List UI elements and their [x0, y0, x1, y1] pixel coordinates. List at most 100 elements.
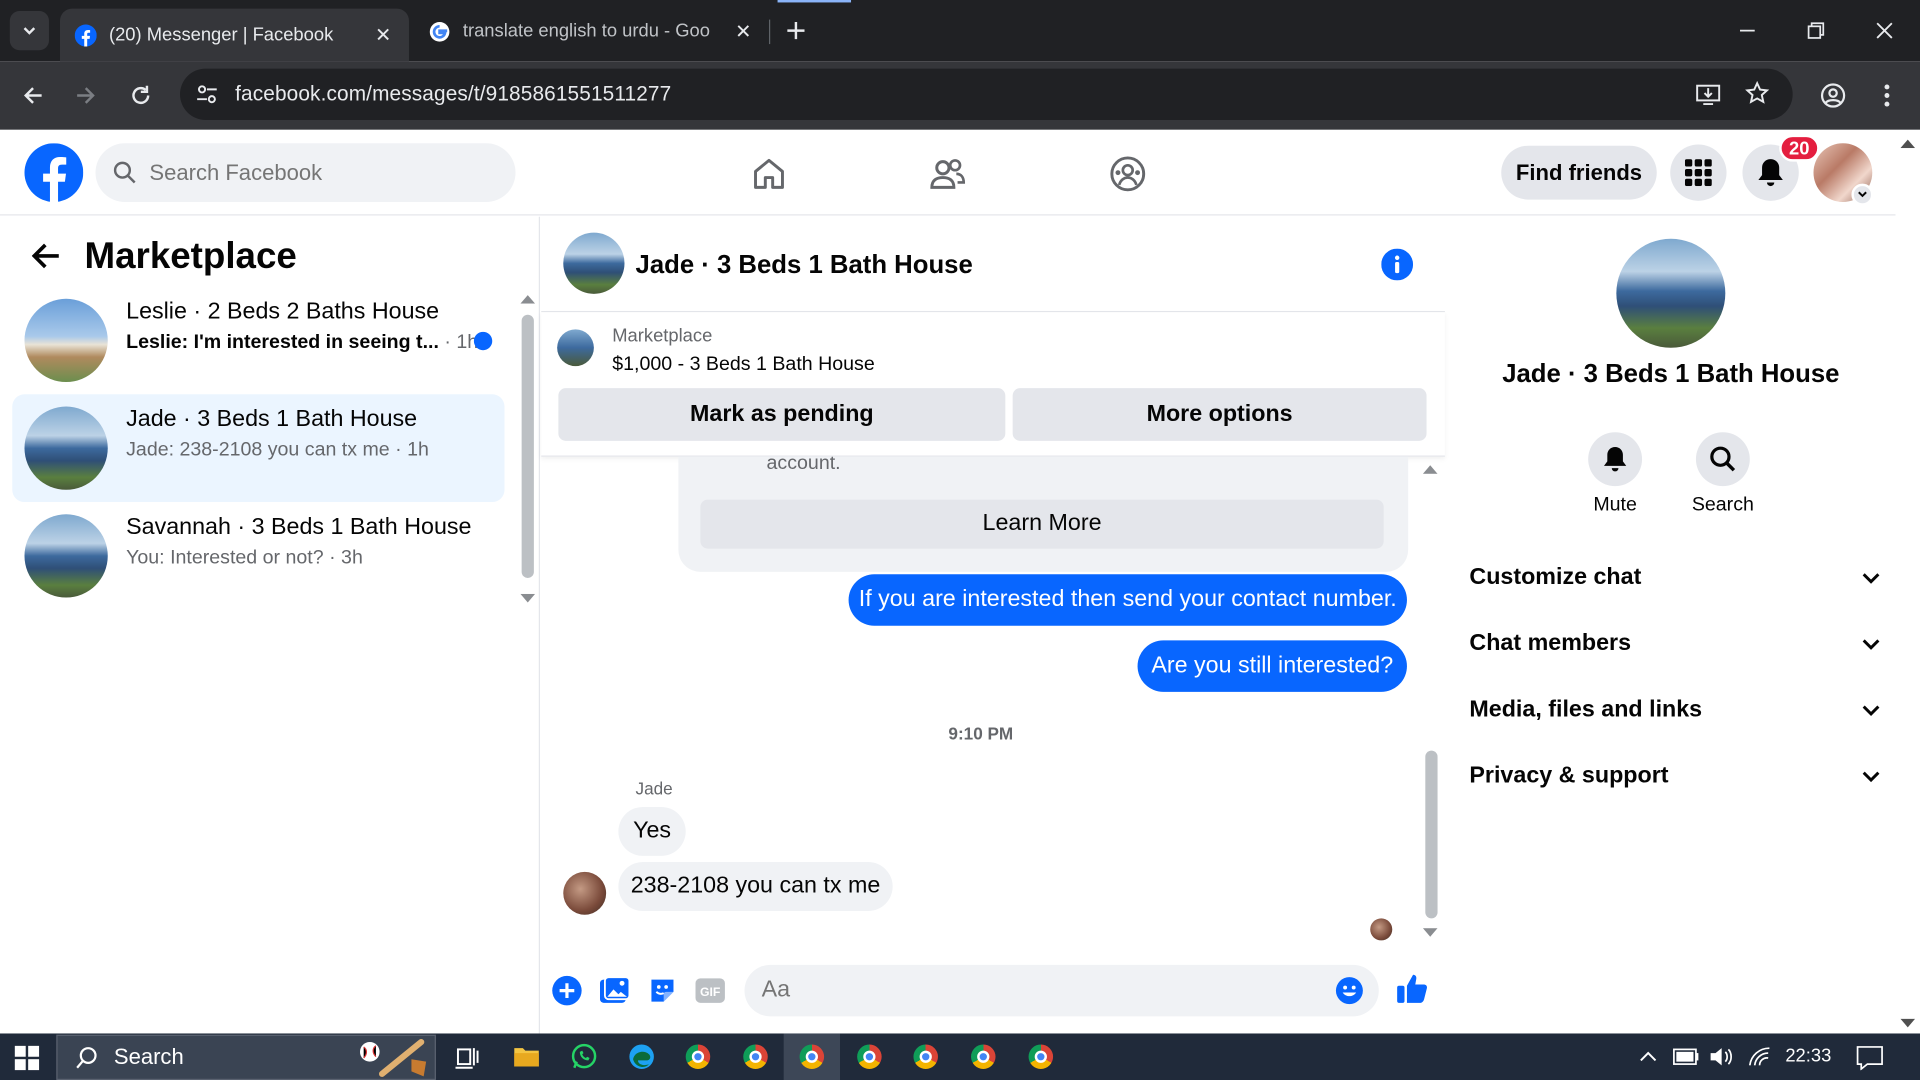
conversation-scrollbar[interactable]	[521, 314, 534, 578]
nav-home[interactable]	[741, 146, 797, 202]
their-message-bubble[interactable]: 238-2108 you can tx me	[618, 862, 893, 912]
sender-avatar[interactable]	[563, 871, 607, 915]
back-button[interactable]	[13, 76, 52, 115]
taskbar-clock[interactable]: 22:33	[1785, 1046, 1831, 1067]
scroll-up-icon[interactable]	[1900, 138, 1916, 149]
message-input-box[interactable]	[744, 964, 1379, 1017]
home-icon	[754, 158, 784, 189]
tab-search-button[interactable]	[9, 11, 49, 51]
tab-google-translate[interactable]: translate english to urdu - Goo ✕	[414, 9, 769, 54]
section-label: Media, files and links	[1469, 696, 1703, 723]
section-customize-chat[interactable]: Customize chat	[1469, 553, 1880, 602]
tab-messenger[interactable]: (20) Messenger | Facebook ✕	[60, 8, 409, 62]
volume-icon[interactable]	[1709, 1047, 1733, 1067]
search-in-chat-button[interactable]	[1695, 432, 1750, 487]
their-message-bubble[interactable]: Yes	[618, 806, 686, 856]
nav-friends[interactable]	[920, 146, 976, 202]
minimize-button[interactable]	[1723, 12, 1772, 49]
close-tab-icon[interactable]: ✕	[732, 20, 754, 42]
scroll-up-icon[interactable]	[520, 294, 536, 304]
page-scrollbar[interactable]	[1895, 129, 1920, 1034]
browser-tab-bar: (20) Messenger | Facebook ✕ translate en…	[0, 0, 1920, 62]
more-options-button[interactable]: More options	[1012, 388, 1427, 441]
facebook-logo-icon[interactable]	[24, 143, 84, 203]
mark-as-pending-button[interactable]: Mark as pending	[558, 388, 1006, 441]
chrome-window-button[interactable]	[740, 1041, 772, 1073]
bookmark-star-icon[interactable]	[1745, 80, 1770, 105]
install-app-icon[interactable]	[1696, 82, 1721, 106]
restore-button[interactable]	[1791, 12, 1840, 49]
chrome-menu-button[interactable]	[1867, 76, 1906, 115]
reload-button[interactable]	[121, 76, 160, 115]
my-message-bubble[interactable]: If you are interested then send your con…	[848, 574, 1407, 626]
conversation-item-selected[interactable]: Jade · 3 Beds 1 Bath House Jade: 238-210…	[12, 394, 505, 503]
search-facebook-input[interactable]	[149, 159, 468, 186]
search-action[interactable]: Search	[1680, 432, 1766, 516]
conversation-item[interactable]: Leslie · 2 Beds 2 Baths House Leslie: I'…	[12, 287, 504, 395]
mute-action[interactable]: Mute	[1572, 432, 1658, 516]
conversation-item[interactable]: Savannah · 3 Beds 1 Bath House You: Inte…	[12, 502, 504, 610]
section-chat-members[interactable]: Chat members	[1469, 620, 1880, 669]
chat-avatar[interactable]	[563, 232, 625, 294]
send-like-button[interactable]	[1395, 971, 1429, 1005]
nav-groups[interactable]	[1100, 146, 1156, 202]
search-icon	[113, 161, 136, 184]
battery-icon[interactable]	[1673, 1048, 1700, 1065]
address-bar[interactable]: facebook.com/messages/t/9185861551511277	[180, 68, 1793, 121]
listing-title[interactable]: $1,000 - 3 Beds 1 Bath House	[612, 354, 875, 376]
wifi-icon[interactable]	[1748, 1047, 1771, 1067]
site-settings-icon[interactable]	[196, 83, 218, 105]
more-actions-button[interactable]	[550, 973, 584, 1007]
whatsapp-button[interactable]	[568, 1041, 600, 1073]
bell-icon	[1603, 446, 1627, 472]
attach-photo-button[interactable]	[598, 973, 632, 1007]
browser-toolbar: facebook.com/messages/t/9185861551511277	[0, 61, 1920, 130]
taskbar-search-box[interactable]: Search	[56, 1034, 436, 1080]
close-window-button[interactable]	[1860, 12, 1909, 49]
mute-button[interactable]	[1588, 432, 1643, 487]
gif-button[interactable]: GIF	[693, 973, 727, 1007]
sticker-button[interactable]	[645, 973, 679, 1007]
back-arrow-icon[interactable]	[31, 242, 61, 269]
chrome-window-button[interactable]	[910, 1041, 942, 1073]
details-avatar[interactable]	[1616, 238, 1726, 348]
listing-thumbnail[interactable]	[557, 329, 594, 367]
scroll-down-icon[interactable]	[1900, 1018, 1916, 1029]
chrome-window-button[interactable]	[853, 1041, 885, 1073]
learn-more-button[interactable]: Learn More	[700, 499, 1384, 549]
chat-title[interactable]: Jade · 3 Beds 1 Bath House	[636, 251, 973, 280]
file-explorer-button[interactable]	[511, 1041, 543, 1073]
chrome-window-button[interactable]	[1025, 1041, 1057, 1073]
plus-circle-icon	[552, 975, 582, 1006]
panel-title: Marketplace	[84, 236, 297, 277]
notification-center-icon[interactable]	[1856, 1046, 1883, 1071]
chrome-icon	[743, 1044, 768, 1069]
task-view-button[interactable]	[452, 1041, 484, 1073]
emoji-icon[interactable]	[1335, 976, 1364, 1005]
windows-start-icon[interactable]	[14, 1045, 40, 1071]
chrome-window-button-active[interactable]	[796, 1041, 828, 1073]
new-tab-button[interactable]	[771, 12, 820, 49]
info-icon[interactable]	[1381, 248, 1414, 281]
chevron-up-icon[interactable]	[1638, 1051, 1658, 1063]
section-media-files-links[interactable]: Media, files and links	[1469, 686, 1880, 735]
my-message-bubble[interactable]: Are you still interested?	[1137, 640, 1407, 692]
scroll-down-icon[interactable]	[520, 593, 536, 604]
forward-button[interactable]	[66, 76, 105, 115]
close-tab-icon[interactable]: ✕	[372, 24, 394, 46]
profile-button[interactable]	[1813, 76, 1852, 115]
google-favicon-icon	[429, 21, 450, 42]
search-facebook-box[interactable]	[95, 143, 516, 203]
scroll-down-icon[interactable]	[1422, 928, 1438, 938]
chevron-down-icon	[1858, 191, 1867, 198]
chrome-window-button[interactable]	[967, 1041, 999, 1073]
chrome-window-button[interactable]	[682, 1041, 714, 1073]
scroll-up-icon[interactable]	[1422, 464, 1438, 474]
section-privacy-support[interactable]: Privacy & support	[1469, 752, 1880, 801]
message-input[interactable]	[761, 977, 1301, 1005]
menu-button[interactable]	[1670, 144, 1727, 201]
thread-scrollbar[interactable]	[1425, 750, 1438, 919]
account-menu-chevron[interactable]	[1851, 183, 1874, 206]
find-friends-button[interactable]: Find friends	[1501, 145, 1657, 200]
edge-button[interactable]	[626, 1041, 658, 1073]
